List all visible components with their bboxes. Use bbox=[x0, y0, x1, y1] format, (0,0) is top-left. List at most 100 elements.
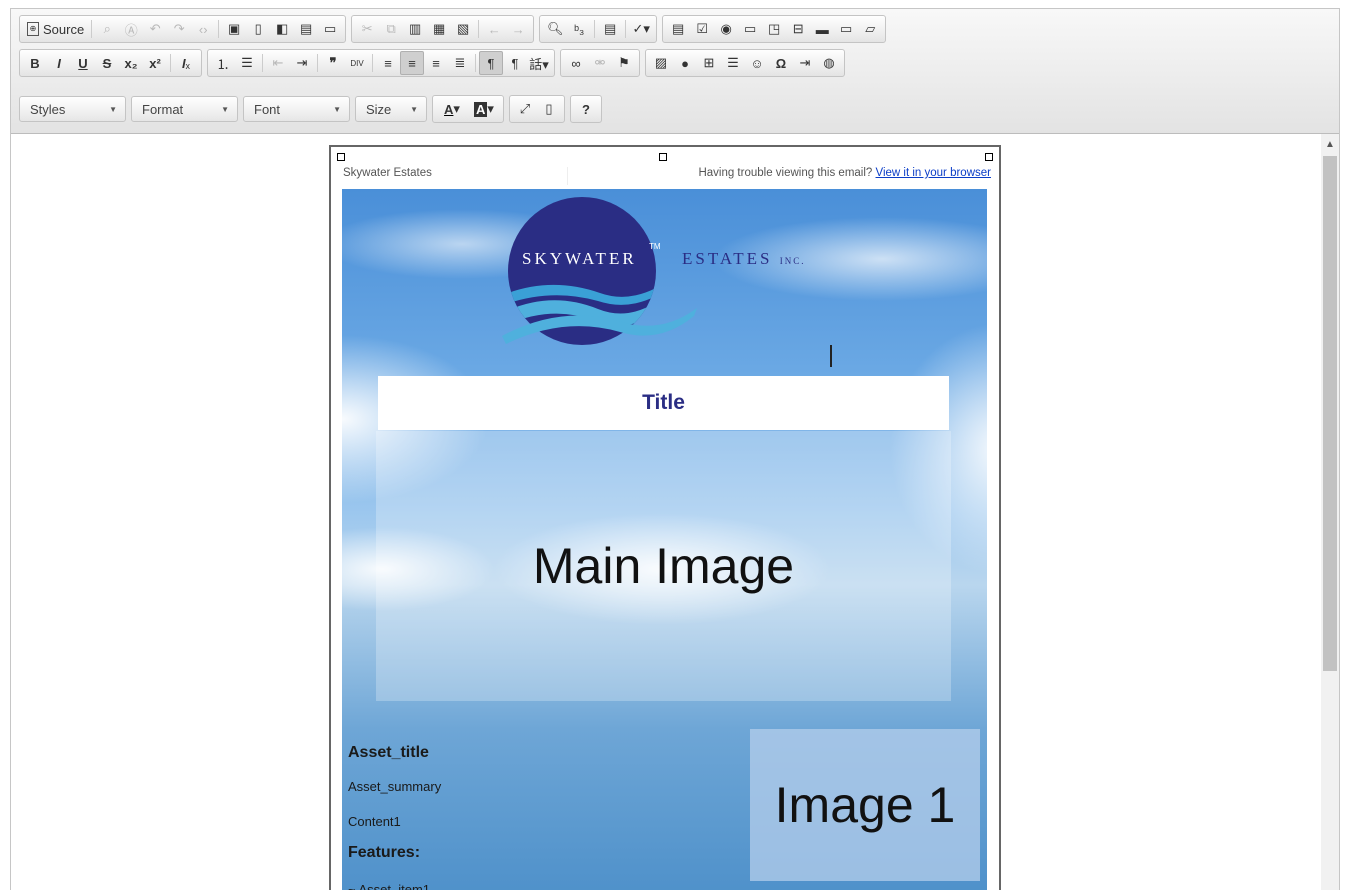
paste-icon[interactable]: ▥ bbox=[403, 17, 427, 41]
resize-handle[interactable] bbox=[659, 153, 667, 161]
forms-group: ▤ ☑ ◉ ▭ ◳ ⊟ ▬ ▭ ▱ bbox=[662, 15, 887, 43]
select-all-icon[interactable]: Ⓐ bbox=[119, 17, 143, 41]
justify-icon[interactable]: ≣ bbox=[448, 51, 472, 75]
maximize-icon[interactable]: ⤢ bbox=[513, 97, 537, 121]
templates-icon[interactable]: ▭ bbox=[318, 17, 342, 41]
text-color-icon[interactable]: A ▾ bbox=[436, 97, 468, 121]
features-heading[interactable]: Features: bbox=[348, 844, 420, 862]
resize-handle[interactable] bbox=[985, 153, 993, 161]
spellcheck-icon[interactable]: ✓▾ bbox=[629, 17, 653, 41]
remove-format-icon[interactable]: Iₓ bbox=[174, 51, 198, 75]
flash-icon[interactable]: ● bbox=[673, 51, 697, 75]
preview-icon[interactable]: ◧ bbox=[270, 17, 294, 41]
superscript-icon[interactable]: x² bbox=[143, 51, 167, 75]
separator bbox=[170, 54, 171, 72]
vertical-scrollbar[interactable]: ▲ bbox=[1321, 134, 1339, 890]
special-char-icon[interactable]: Ω bbox=[769, 51, 793, 75]
copy-icon[interactable]: ⧉ bbox=[379, 17, 403, 41]
new-page-icon[interactable]: ▯ bbox=[246, 17, 270, 41]
logo-estates-text: ESTATES bbox=[682, 249, 773, 268]
source-label: Source bbox=[43, 21, 85, 37]
align-right-icon[interactable]: ≡ bbox=[424, 51, 448, 75]
page-break-icon[interactable]: ⇥ bbox=[793, 51, 817, 75]
format-combo[interactable]: Format ▼ bbox=[131, 96, 238, 122]
document-group: ⊕ Source ⌕ Ⓐ ↶ ↷ ‹› ▣ ▯ ◧ ▤ ▭ bbox=[19, 15, 347, 43]
italic-icon[interactable]: I bbox=[47, 51, 71, 75]
anchor-icon[interactable]: ⚑ bbox=[612, 51, 636, 75]
bg-color-icon[interactable]: A ▾ bbox=[468, 97, 500, 121]
image1-placeholder[interactable]: Image 1 bbox=[750, 729, 980, 881]
blockquote-icon[interactable]: ❞ bbox=[321, 51, 345, 75]
language-icon[interactable]: 話▾ bbox=[527, 51, 551, 75]
content1[interactable]: Content1 bbox=[348, 814, 401, 829]
div-icon[interactable]: DIV bbox=[345, 51, 369, 75]
radio-icon[interactable]: ◉ bbox=[714, 17, 738, 41]
code-icon[interactable]: ‹› bbox=[191, 17, 215, 41]
form-icon[interactable]: ▤ bbox=[666, 17, 690, 41]
cut-icon[interactable]: ✂ bbox=[355, 17, 379, 41]
logo-estates: ESTATES INC. bbox=[682, 249, 805, 269]
rtl-icon[interactable]: ¶ bbox=[503, 51, 527, 75]
size-combo[interactable]: Size ▼ bbox=[355, 96, 427, 122]
paragraph-group: ⒈ ☰ ⇤ ⇥ ❞ DIV ≡ ≡ ≡ ≣ ¶ ¶ 話▾ bbox=[207, 49, 555, 77]
find-replace-icon[interactable]: ⌕ bbox=[95, 17, 119, 41]
scroll-up-icon[interactable]: ▲ bbox=[1321, 134, 1339, 154]
undo-icon[interactable]: ↶ bbox=[143, 17, 167, 41]
underline-icon[interactable]: U bbox=[71, 51, 95, 75]
bold-icon[interactable]: B bbox=[23, 51, 47, 75]
table-icon[interactable]: ⊞ bbox=[697, 51, 721, 75]
subscript-icon[interactable]: x₂ bbox=[119, 51, 143, 75]
separator bbox=[625, 20, 627, 38]
asset-summary[interactable]: Asset_summary bbox=[348, 779, 441, 794]
smiley-icon[interactable]: ☺ bbox=[745, 51, 769, 75]
link-icon[interactable]: ∞ bbox=[564, 51, 588, 75]
checkbox-icon[interactable]: ☑ bbox=[690, 17, 714, 41]
image-icon[interactable]: ▨ bbox=[649, 51, 673, 75]
logo-suffix: INC. bbox=[779, 256, 806, 266]
ltr-icon[interactable]: ¶ bbox=[479, 51, 503, 75]
styles-combo[interactable]: Styles ▼ bbox=[19, 96, 126, 122]
outdent-icon[interactable]: ⇤ bbox=[266, 51, 290, 75]
asset-title[interactable]: Asset_title bbox=[348, 744, 429, 762]
indent-icon[interactable]: ⇥ bbox=[290, 51, 314, 75]
main-image-placeholder[interactable]: Main Image bbox=[376, 431, 951, 701]
email-title[interactable]: Title bbox=[378, 376, 949, 430]
button-field-icon[interactable]: ▬ bbox=[810, 17, 834, 41]
select-field-icon[interactable]: ⊟ bbox=[786, 17, 810, 41]
resize-handle[interactable] bbox=[337, 153, 345, 161]
font-combo[interactable]: Font ▼ bbox=[243, 96, 350, 122]
paste-word-icon[interactable]: ▧ bbox=[451, 17, 475, 41]
redo-arrow-icon[interactable]: → bbox=[506, 17, 530, 41]
bulleted-list-icon[interactable]: ☰ bbox=[235, 51, 259, 75]
undo-arrow-icon[interactable]: ← bbox=[482, 17, 506, 41]
view-in-browser-link[interactable]: View it in your browser bbox=[876, 167, 991, 179]
redo-icon[interactable]: ↷ bbox=[167, 17, 191, 41]
toolbar-row-1: ⊕ Source ⌕ Ⓐ ↶ ↷ ‹› ▣ ▯ ◧ ▤ ▭ ✂ ⧉ ▥ ▦ ▧ bbox=[19, 14, 891, 44]
image-button-icon[interactable]: ▭ bbox=[834, 17, 858, 41]
textarea-icon[interactable]: ◳ bbox=[762, 17, 786, 41]
align-left-icon[interactable]: ≡ bbox=[376, 51, 400, 75]
search-icon[interactable]: 🔍︎ bbox=[543, 17, 567, 41]
source-button[interactable]: ⊕ Source bbox=[23, 17, 88, 41]
iframe-icon[interactable]: ◍ bbox=[817, 51, 841, 75]
hidden-field-icon[interactable]: ▱ bbox=[858, 17, 882, 41]
separator bbox=[475, 54, 476, 72]
size-label: Size bbox=[366, 101, 392, 117]
strike-icon[interactable]: S bbox=[95, 51, 119, 75]
email-template[interactable]: Skywater Estates Having trouble viewing … bbox=[329, 145, 1001, 890]
save-icon[interactable]: ▣ bbox=[222, 17, 246, 41]
print-icon[interactable]: ▤ bbox=[294, 17, 318, 41]
replace-icon[interactable]: ᵇ₃ bbox=[567, 17, 591, 41]
scrollbar-thumb[interactable] bbox=[1323, 156, 1337, 671]
asset-item1[interactable]: ~ Asset_item1 bbox=[348, 882, 430, 890]
select-all-doc-icon[interactable]: ▤ bbox=[598, 17, 622, 41]
editor-content-area[interactable]: Skywater Estates Having trouble viewing … bbox=[11, 134, 1321, 890]
textfield-icon[interactable]: ▭ bbox=[738, 17, 762, 41]
horizontal-rule-icon[interactable]: ☰ bbox=[721, 51, 745, 75]
paste-text-icon[interactable]: ▦ bbox=[427, 17, 451, 41]
show-blocks-icon[interactable]: ▯ bbox=[537, 97, 561, 121]
align-center-icon[interactable]: ≡ bbox=[400, 51, 424, 75]
help-button[interactable]: ? bbox=[574, 97, 598, 121]
numbered-list-icon[interactable]: ⒈ bbox=[211, 51, 235, 75]
unlink-icon[interactable]: ⚮ bbox=[588, 51, 612, 75]
